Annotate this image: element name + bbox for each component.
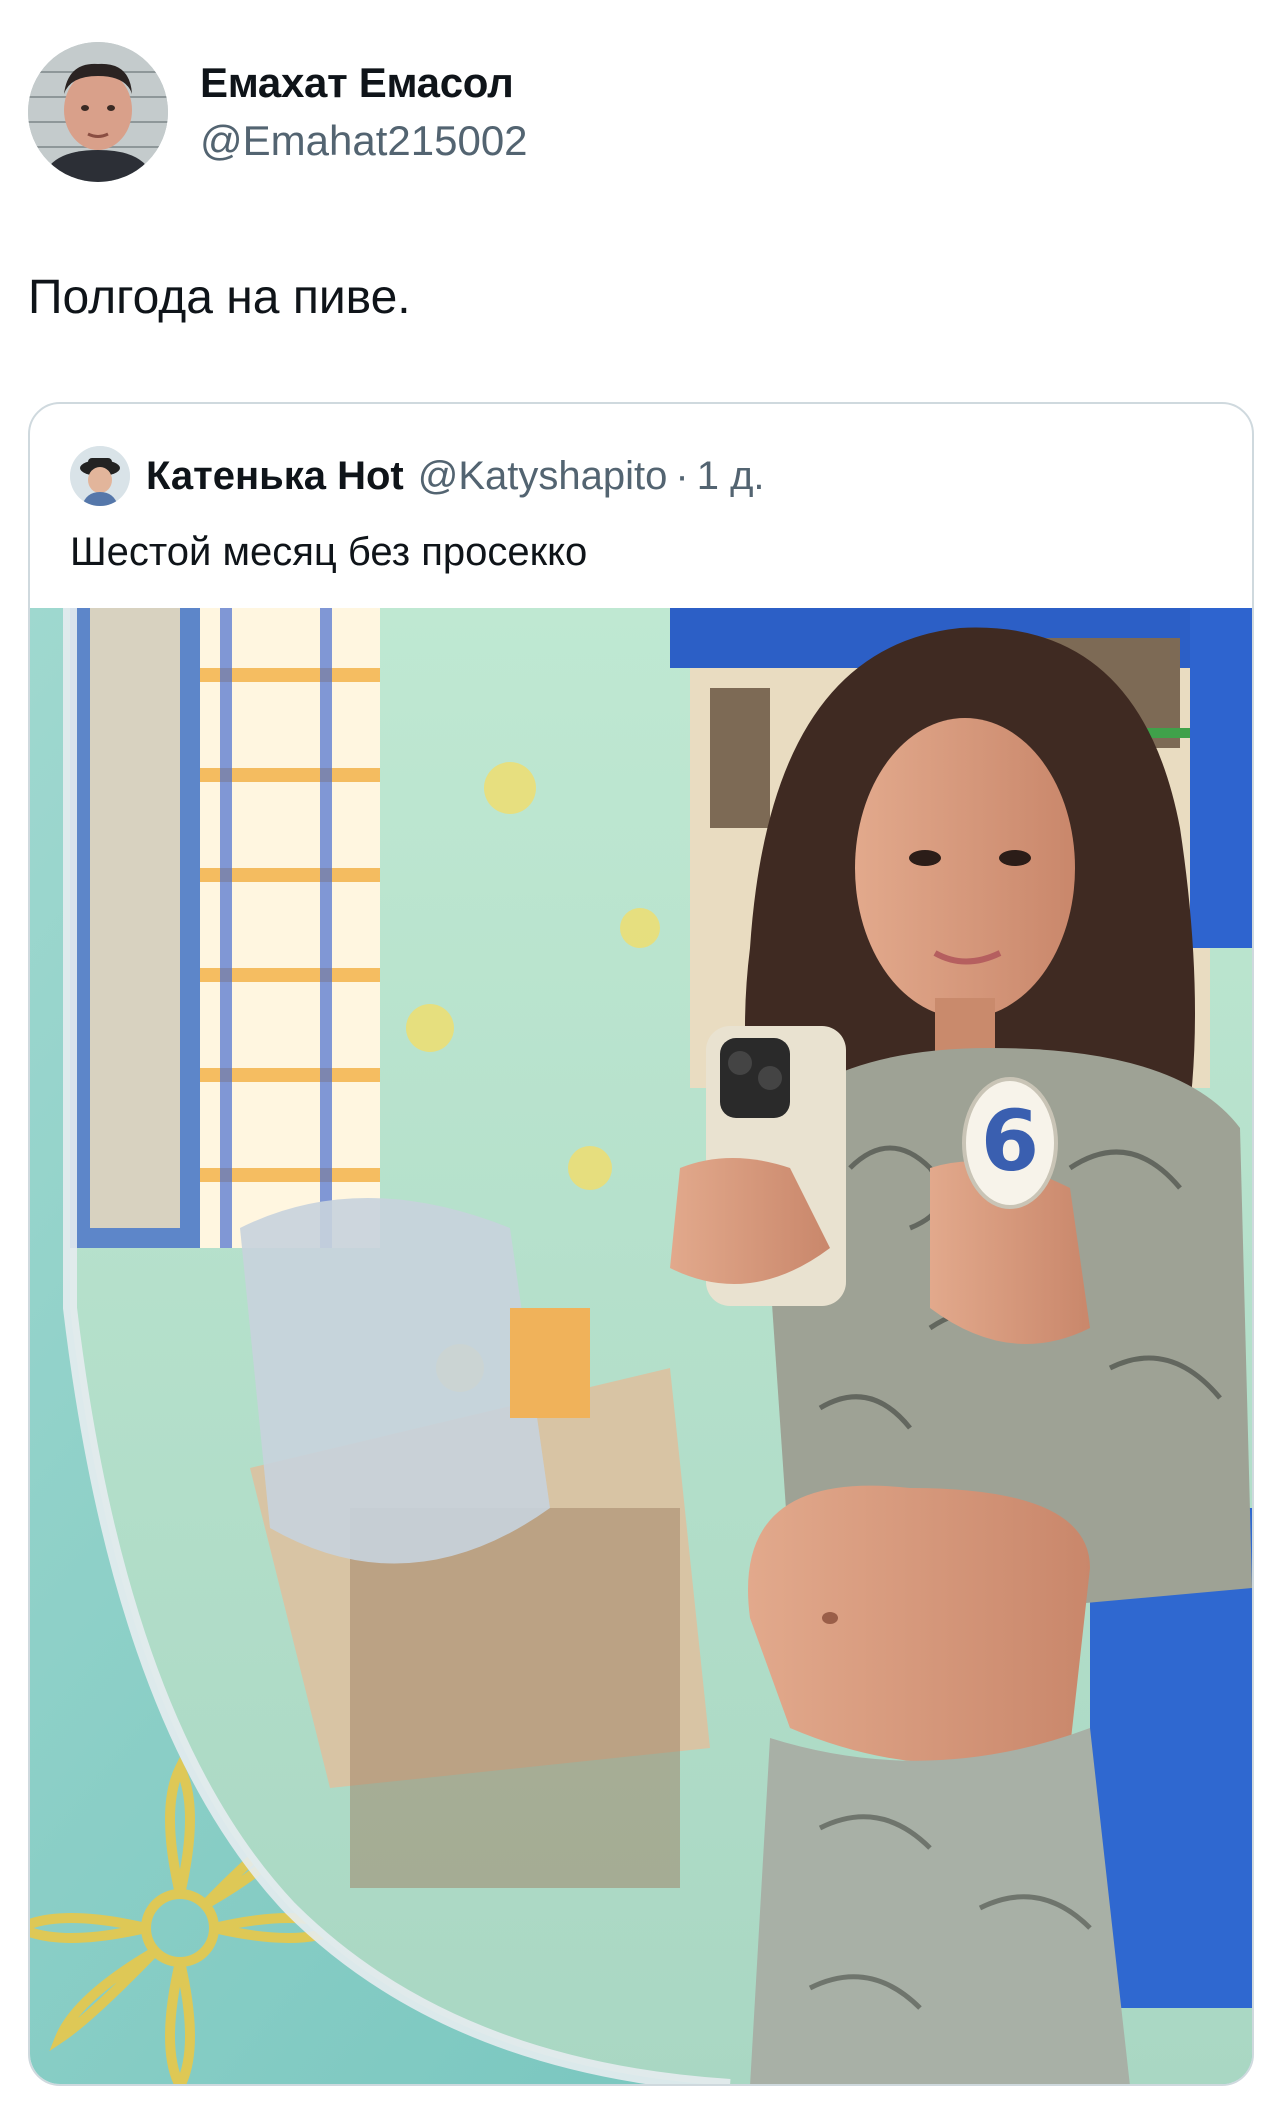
- candle-digit: 6: [981, 1092, 1039, 1190]
- quoted-tweet-text: Шестой месяц без просекко: [70, 530, 588, 574]
- author-avatar[interactable]: [28, 42, 168, 182]
- quoted-tweet-header: Катенька Hot @Katyshapito · 1 д.: [70, 444, 765, 508]
- quoted-tweet-time[interactable]: 1 д.: [697, 454, 765, 499]
- author-handle[interactable]: @Emahat215002: [200, 115, 528, 167]
- quoted-tweet-card[interactable]: Катенька Hot @Katyshapito · 1 д. Шестой …: [28, 402, 1254, 2086]
- quoted-author-handle[interactable]: @Katyshapito: [418, 454, 668, 499]
- quoted-tweet-photo[interactable]: 6: [30, 608, 1252, 2084]
- author-display-name[interactable]: Емахат Емасол: [200, 57, 528, 109]
- tweet-text: Полгода на пиве.: [28, 271, 411, 324]
- tweet-header: Емахат Емасол @Emahat215002: [28, 42, 528, 182]
- quoted-author-display-name[interactable]: Катенька Hot: [146, 454, 404, 499]
- mirror-selfie-image: 6: [30, 608, 1252, 2084]
- quoted-author-avatar[interactable]: [70, 446, 130, 506]
- separator-dot: ·: [675, 453, 689, 498]
